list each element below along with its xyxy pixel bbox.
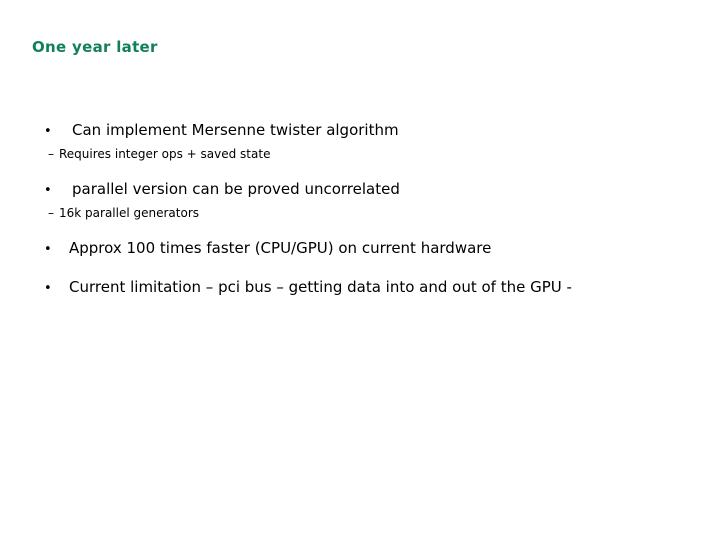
- list-item-label: Can implement Mersenne twister algorithm: [72, 121, 399, 139]
- list-item-label: Current limitation – pci bus – getting d…: [69, 278, 572, 296]
- list-item: • Current limitation – pci bus – getting …: [44, 277, 572, 299]
- bullet-dot-icon: •: [44, 124, 52, 139]
- list-item-label: Approx 100 times faster (CPU/GPU) on cur…: [69, 239, 492, 257]
- bullet-dash-icon: –: [48, 206, 54, 220]
- sub-list-item-label: 16k parallel generators: [59, 206, 199, 220]
- page-title: One year later: [32, 38, 158, 56]
- sub-list-item: – Requires integer ops + saved state: [48, 146, 270, 162]
- sub-list-item: –16k parallel generators: [48, 205, 199, 221]
- bullet-dot-icon: •: [44, 183, 52, 198]
- list-item: • parallel version can be proved uncorrel…: [44, 179, 400, 201]
- list-item-label: parallel version can be proved uncorrela…: [72, 180, 400, 198]
- presentation-slide: One year later • Can implement Mersenne t…: [0, 0, 720, 540]
- bullet-dash-icon: –: [48, 147, 54, 161]
- bullet-dot-icon: •: [44, 281, 52, 296]
- list-item: • Can implement Mersenne twister algorith…: [44, 120, 399, 142]
- list-item: • Approx 100 times faster (CPU/GPU) on cu…: [44, 238, 491, 260]
- bullet-dot-icon: •: [44, 242, 52, 257]
- sub-list-item-label: Requires integer ops + saved state: [59, 147, 271, 161]
